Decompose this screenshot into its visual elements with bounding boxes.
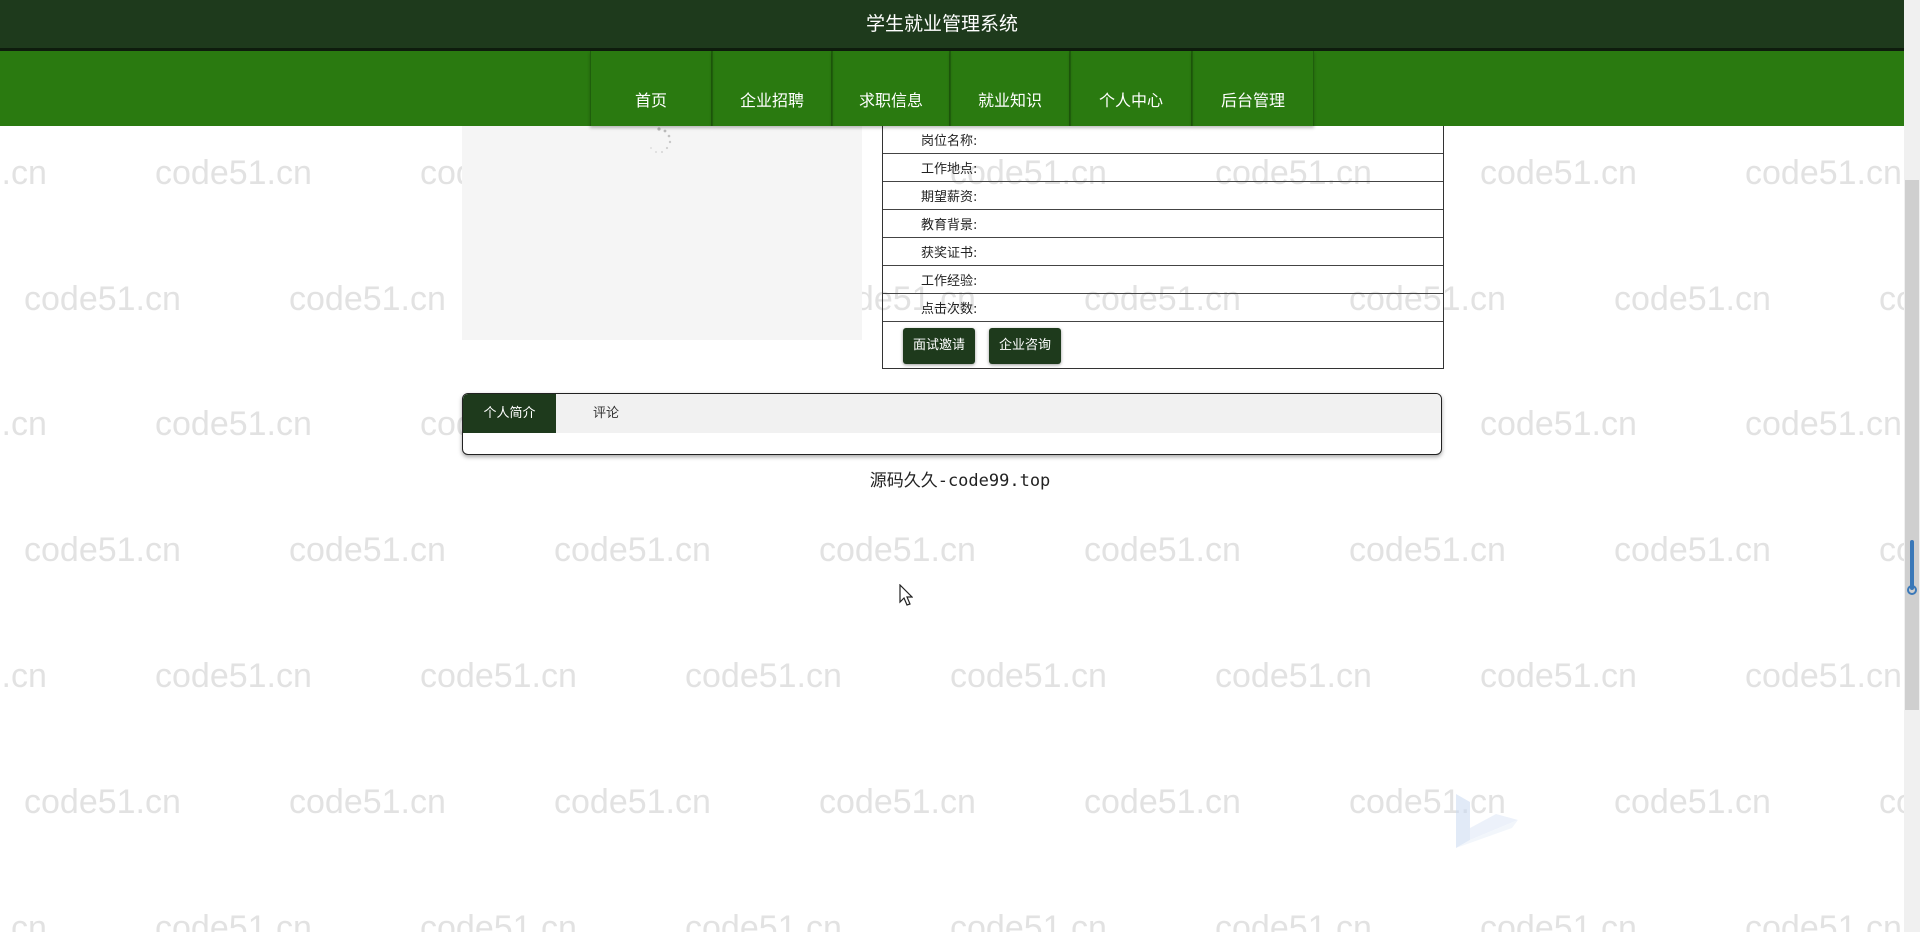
watermark-text: code51.cn (289, 783, 446, 821)
watermark-text: code51.cn (1745, 909, 1902, 932)
watermark-text: code51.cn (155, 154, 312, 192)
watermark-text: code51.cn (819, 783, 976, 821)
nav-item-employment-knowledge[interactable]: 就业知识 (950, 51, 1070, 126)
watermark-text: code51.cn (1745, 657, 1902, 695)
watermark-text: code51.cn (819, 531, 976, 569)
action-row: 面试邀请 企业咨询 (883, 322, 1443, 368)
interview-invite-button[interactable]: 面试邀请 (903, 328, 976, 364)
nav-item-company-recruitment[interactable]: 企业招聘 (712, 51, 832, 126)
top-header: 学生就业管理系统 (0, 0, 1920, 51)
watermark-text: code51.cn (289, 280, 446, 318)
scroll-handle-icon[interactable] (1907, 585, 1917, 595)
resume-detail-table: 岗位名称: 工作地点: 期望薪资: 教育背景: 获奖证书: 工作经验: 点击次数… (882, 126, 1444, 369)
watermark-text: code51.cn (1614, 531, 1771, 569)
watermark-text: code51.cn (0, 657, 47, 695)
field-label: 教育背景: (921, 218, 978, 233)
watermark-text: code51.cn (155, 657, 312, 695)
tab-panel: 个人简介 评论 (462, 393, 1442, 455)
field-label: 工作经验: (921, 274, 978, 289)
watermark-text: code51.cn (0, 405, 47, 443)
watermark-text: code51.cn (950, 909, 1107, 932)
watermark-text: code51.cn (1215, 909, 1372, 932)
watermark-text: code51.cn (155, 909, 312, 932)
watermark-text: code51.cn (0, 909, 47, 932)
nav-item-job-seeking[interactable]: 求职信息 (832, 51, 950, 126)
watermark-text: code51.cn (1480, 405, 1637, 443)
watermark-text: code51.cn (1745, 154, 1902, 192)
watermark-text: code51.cn (24, 531, 181, 569)
tab-strip: 个人简介 评论 (463, 394, 1441, 433)
watermark-text: code51.cn (0, 154, 47, 192)
footer-text: 源码久久-code99.top (869, 471, 1051, 491)
detail-row-experience: 工作经验: (883, 266, 1443, 294)
scrollbar-thumb[interactable] (1905, 180, 1919, 710)
tab-comments[interactable]: 评论 (556, 394, 656, 433)
watermark-text: code51.cn (24, 280, 181, 318)
field-label: 获奖证书: (921, 246, 978, 261)
nav-item-home[interactable]: 首页 (590, 51, 712, 126)
watermark-text: code51.cn (1480, 909, 1637, 932)
detail-row-salary: 期望薪资: (883, 182, 1443, 210)
scroll-position-marker (1910, 540, 1914, 590)
watermark-text: code51.cn (554, 531, 711, 569)
mouse-cursor-icon (899, 584, 913, 606)
watermark-text: code51.cn (1745, 405, 1902, 443)
watermark-text: code51.cn (1084, 783, 1241, 821)
watermark-text: code51.cn (1349, 531, 1506, 569)
loading-spinner-icon (650, 127, 672, 153)
watermark-text: code51.cn (1614, 783, 1771, 821)
watermark-text: code51.cn (155, 405, 312, 443)
site-title: 学生就业管理系统 (865, 13, 1018, 35)
watermark-text: code51.cn (1480, 657, 1637, 695)
watermark-text: code51.cn (1084, 531, 1241, 569)
tab-personal-intro[interactable]: 个人简介 (463, 394, 556, 433)
detail-row-location: 工作地点: (883, 154, 1443, 182)
watermark-text: code51.cn (554, 783, 711, 821)
watermark-text: code51.cn (420, 909, 577, 932)
field-label: 点击次数: (921, 302, 978, 317)
detail-row-position: 岗位名称: (883, 126, 1443, 154)
watermark-text: code51.cn (685, 657, 842, 695)
watermark-text: code51.cn (685, 909, 842, 932)
image-placeholder (462, 126, 862, 340)
company-consult-button[interactable]: 企业咨询 (989, 328, 1062, 364)
main-navigation: 首页 企业招聘 求职信息 就业知识 个人中心 后台管理 (0, 51, 1904, 126)
detail-row-education: 教育背景: (883, 210, 1443, 238)
field-label: 岗位名称: (921, 134, 978, 149)
watermark-text: code51.cn (1614, 280, 1771, 318)
nav-item-personal-center[interactable]: 个人中心 (1070, 51, 1192, 126)
field-label: 工作地点: (921, 162, 978, 177)
watermark-text: code51.cn (289, 531, 446, 569)
nav-item-admin[interactable]: 后台管理 (1192, 51, 1314, 126)
watermark-text: code51.cn (24, 783, 181, 821)
detail-row-clicks: 点击次数: (883, 294, 1443, 322)
watermark-text: code51.cn (1480, 154, 1637, 192)
field-label: 期望薪资: (921, 190, 978, 205)
watermark-text: code51.cn (950, 657, 1107, 695)
watermark-text: code51.cn (1215, 657, 1372, 695)
floating-logo-icon (1456, 794, 1518, 848)
detail-row-awards: 获奖证书: (883, 238, 1443, 266)
watermark-text: code51.cn (420, 657, 577, 695)
